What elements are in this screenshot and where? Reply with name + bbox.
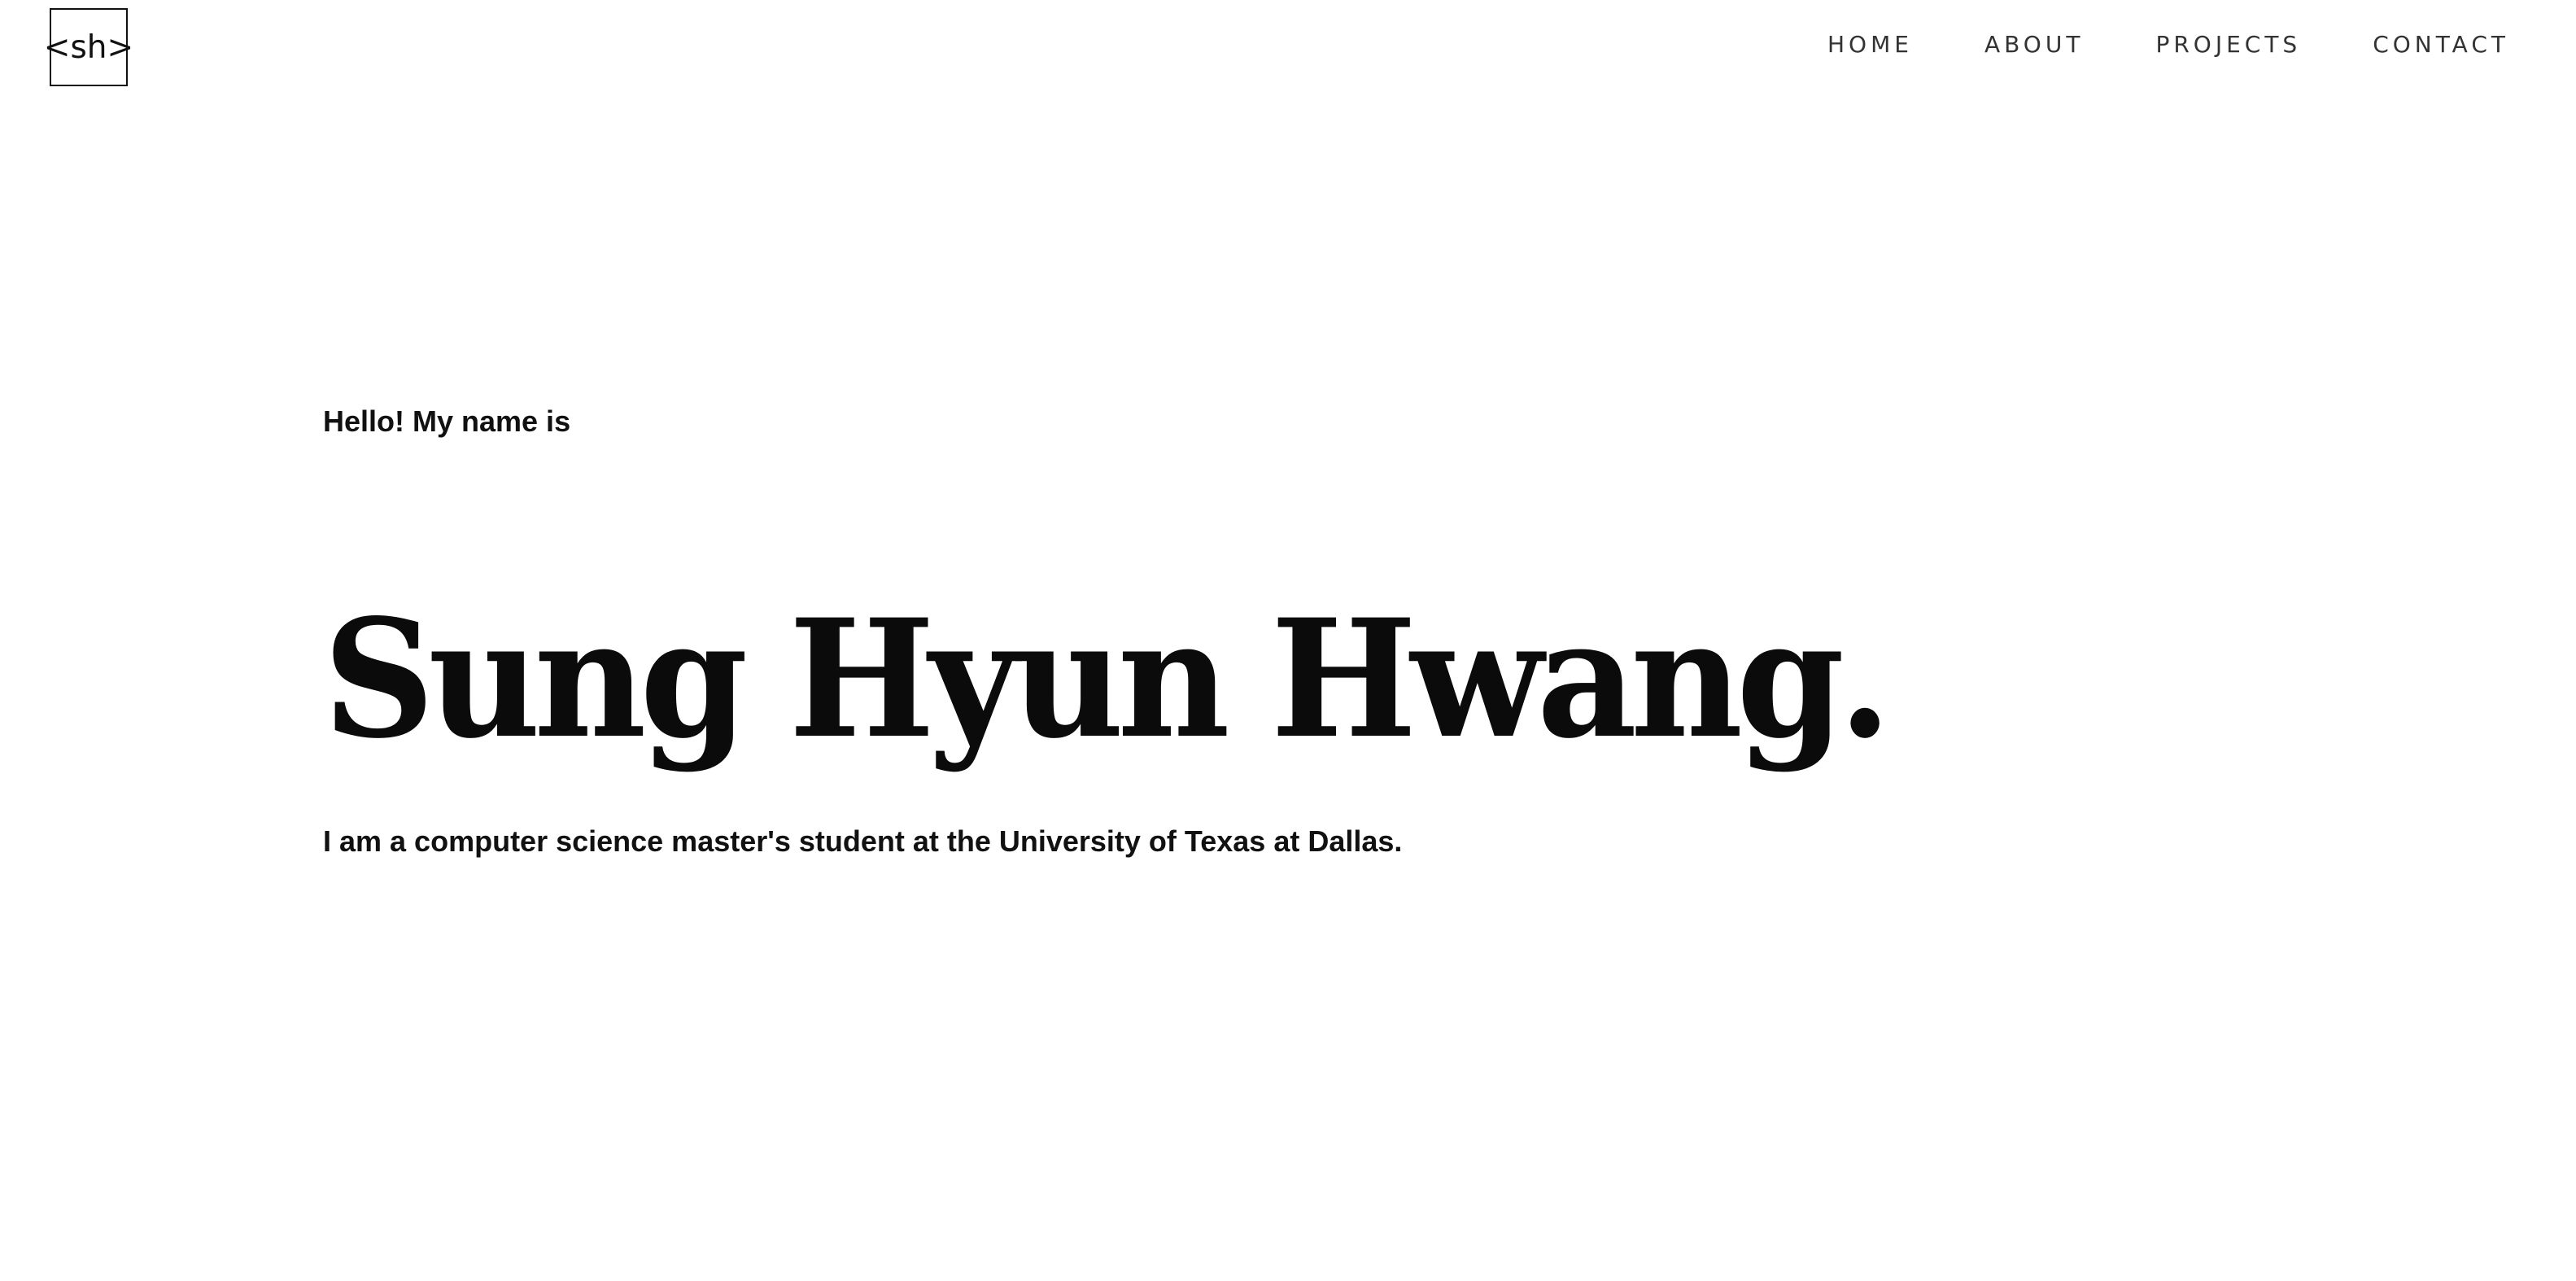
nav-link-contact[interactable]: CONTACT (2373, 31, 2509, 58)
nav-link-projects[interactable]: PROJECTS (2155, 31, 2301, 58)
site-header: <sh> HOME ABOUT PROJECTS CONTACT (0, 0, 2576, 94)
greeting-text: Hello! My name is (323, 404, 571, 438)
nav-link-home[interactable]: HOME (1827, 31, 1913, 58)
main-nav: HOME ABOUT PROJECTS CONTACT (1827, 31, 2509, 58)
intro-text: I am a computer science master's student… (323, 824, 1403, 858)
hero-section: Hello! My name is Sung Hyun Hwang. I am … (323, 404, 2194, 856)
hero-name-heading: Sung Hyun Hwang. (323, 584, 1892, 775)
site-logo[interactable]: <sh> (44, 8, 133, 86)
nav-link-about[interactable]: ABOUT (1984, 31, 2085, 58)
